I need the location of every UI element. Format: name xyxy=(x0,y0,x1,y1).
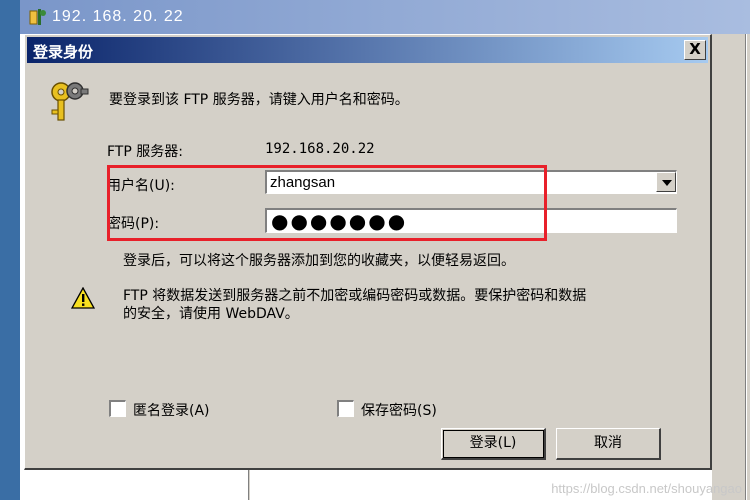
background-window-divider-bottom xyxy=(248,470,250,500)
save-password-label[interactable]: 保存密码(S) xyxy=(361,400,437,420)
warning-text-line2: 的安全，请使用 WebDAV。 xyxy=(123,306,299,322)
dialog-title: 登录身份 xyxy=(33,43,94,61)
keys-icon xyxy=(51,82,89,121)
favorites-info-text: 登录后，可以将这个服务器添加到您的收藏夹，以便轻易返回。 xyxy=(123,253,515,269)
background-window-divider xyxy=(745,34,747,500)
background-window-titlebar: 192. 168. 20. 22 xyxy=(20,0,750,34)
anonymous-login-checkbox[interactable] xyxy=(109,400,126,417)
anonymous-login-label[interactable]: 匿名登录(A) xyxy=(133,400,210,420)
save-password-checkbox[interactable] xyxy=(337,400,354,417)
server-value: 192.168.20.22 xyxy=(265,141,375,157)
warning-icon xyxy=(71,287,95,309)
intro-text: 要登录到该 FTP 服务器，请键入用户名和密码。 xyxy=(109,92,409,108)
login-dialog: 登录身份 X 要登录到该 FTP 服务器，请键入用户名和密码。 FTP 服务器:… xyxy=(24,34,712,470)
ftp-folder-icon xyxy=(29,9,46,25)
chevron-down-icon xyxy=(662,180,672,186)
background-window-title: 192. 168. 20. 22 xyxy=(52,8,184,25)
login-button[interactable]: 登录(L) xyxy=(441,428,546,460)
server-label: FTP 服务器: xyxy=(107,144,183,160)
username-dropdown-button[interactable] xyxy=(656,172,676,192)
close-icon: X xyxy=(689,40,701,58)
dialog-titlebar[interactable]: 登录身份 X xyxy=(27,37,708,63)
warning-text-line1: FTP 将数据发送到服务器之前不加密或编码密码或数据。要保护密码和数据 xyxy=(123,288,587,304)
background-window-edge xyxy=(0,0,20,500)
close-button[interactable]: X xyxy=(684,40,706,60)
watermark: https://blog.csdn.net/shouyangao xyxy=(551,481,742,496)
highlight-annotation xyxy=(107,165,547,241)
cancel-button[interactable]: 取消 xyxy=(556,428,661,460)
